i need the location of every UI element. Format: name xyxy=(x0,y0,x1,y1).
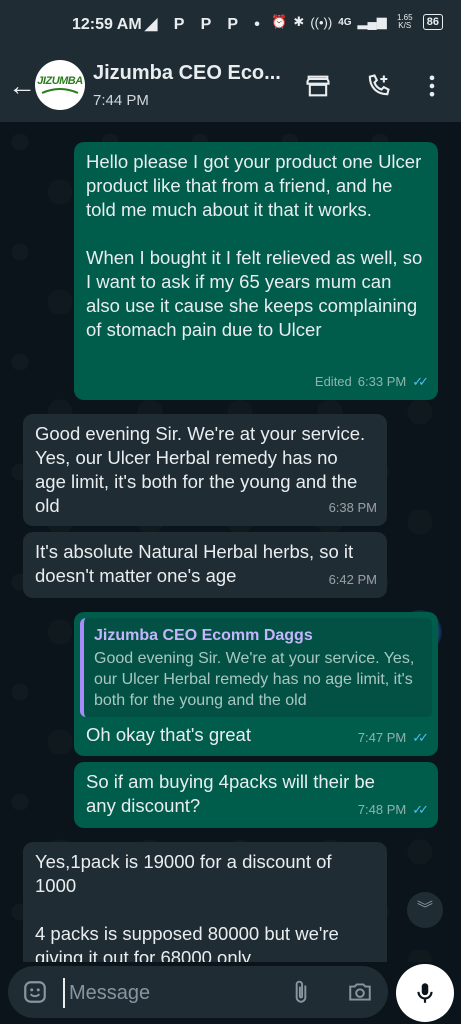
more-options-icon[interactable] xyxy=(418,72,446,100)
message-time: 6:42 PM xyxy=(328,572,377,587)
shop-icon[interactable] xyxy=(304,72,332,100)
chat-header: ← JIZUMBA Jizumba CEO Eco... 7:44 PM xyxy=(0,50,461,122)
input-bar xyxy=(0,962,461,1024)
read-ticks-icon: ✓✓ xyxy=(412,730,429,745)
camera-icon[interactable] xyxy=(346,979,374,1005)
message-time: 6:33 PM xyxy=(357,374,407,389)
chevron-double-down-icon: ︾ xyxy=(416,901,433,918)
message-bubble-incoming[interactable]: Good evening Sir. We're at your service.… xyxy=(23,414,387,526)
quoted-sender: Jizumba CEO Ecomm Daggs xyxy=(94,627,313,644)
add-call-icon[interactable] xyxy=(364,72,392,100)
message-meta: 7:47 PM ✓✓ xyxy=(357,726,429,750)
hotspot-icon: ((•)) xyxy=(310,14,333,30)
quoted-text: Good evening Sir. We're at your service.… xyxy=(94,650,415,709)
bluetooth-icon: ✱ xyxy=(293,14,305,29)
last-seen: 7:44 PM xyxy=(93,92,149,109)
quoted-message[interactable]: Jizumba CEO Ecomm Daggs Good evening Sir… xyxy=(80,618,432,717)
message-text: Hello please I got your product one Ulce… xyxy=(86,151,423,340)
message-composer xyxy=(8,966,388,1018)
message-time: 7:47 PM xyxy=(357,730,407,745)
message-meta: Edited 6:33 PM ✓✓ xyxy=(314,370,429,394)
message-meta: 6:42 PM xyxy=(329,568,377,592)
message-text: Yes,1pack is 19000 for a discount of 100… xyxy=(35,851,339,962)
status-time: 12:59 AM xyxy=(72,16,142,33)
microphone-icon xyxy=(417,983,433,1003)
battery-indicator: 86 xyxy=(422,14,443,30)
back-arrow-icon[interactable]: ← xyxy=(8,70,36,102)
status-bar: 12:59 AM ◢ P P P • ⏰ ✱ ((•)) 4G ▂▄▆ 1.65… xyxy=(0,0,461,50)
message-bubble-outgoing[interactable]: Jizumba CEO Ecomm Daggs Good evening Sir… xyxy=(74,612,438,756)
read-ticks-icon: ✓✓ xyxy=(412,374,429,389)
alarm-icon: ⏰ xyxy=(271,14,288,29)
net-speed: 1.65 K/S xyxy=(396,13,413,30)
message-bubble-outgoing[interactable]: Hello please I got your product one Ulce… xyxy=(74,142,438,400)
system-icons: ⏰ ✱ ((•)) 4G ▂▄▆ 1.65 K/S 86 xyxy=(271,14,443,30)
message-time: 6:38 PM xyxy=(328,500,377,515)
avatar-logo: JIZUMBA xyxy=(37,75,83,87)
message-meta: 6:38 PM xyxy=(329,496,377,520)
message-meta: 7:48 PM ✓✓ xyxy=(357,798,429,822)
logo-leaf-icon xyxy=(41,88,79,94)
message-bubble-outgoing[interactable]: So if am buying 4packs will their be any… xyxy=(74,762,438,828)
message-input[interactable] xyxy=(63,978,271,1008)
edited-label: Edited xyxy=(314,374,352,389)
notification-icons: ◢ P P P • xyxy=(145,16,266,33)
message-text: Good evening Sir. We're at your service.… xyxy=(35,423,366,516)
sticker-icon[interactable] xyxy=(22,979,48,1005)
contact-name[interactable]: Jizumba CEO Eco... xyxy=(93,62,281,85)
message-text: It's absolute Natural Herbal herbs, so i… xyxy=(35,541,354,586)
voice-record-button[interactable] xyxy=(396,964,454,1022)
message-bubble-incoming[interactable]: Yes,1pack is 19000 for a discount of 100… xyxy=(23,842,387,962)
avatar[interactable]: JIZUMBA xyxy=(35,60,85,110)
scroll-down-button[interactable]: ︾ xyxy=(407,892,443,928)
attach-icon[interactable] xyxy=(288,978,314,1006)
message-time: 7:48 PM xyxy=(357,802,407,817)
signal-icon: ▂▄▆ xyxy=(357,14,387,29)
chat-area[interactable]: Hello please I got your product one Ulce… xyxy=(0,122,461,962)
network-type: 4G xyxy=(338,16,352,28)
message-bubble-incoming[interactable]: It's absolute Natural Herbal herbs, so i… xyxy=(23,532,387,598)
read-ticks-icon: ✓✓ xyxy=(412,802,429,817)
